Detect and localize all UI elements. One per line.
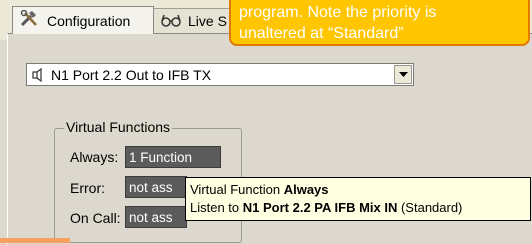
error-value: not ass: [129, 179, 173, 195]
on-call-field[interactable]: not ass: [125, 206, 187, 228]
port-select[interactable]: N1 Port 2.2 Out to IFB TX: [26, 63, 414, 86]
tutorial-callout: program. Note the priority is unaltered …: [229, 0, 530, 46]
on-call-label: On Call:: [70, 210, 121, 226]
tooltip-line-1-prefix: Virtual Function: [190, 182, 284, 197]
tab-configuration[interactable]: Configuration: [12, 6, 154, 34]
callout-fragment: [0, 238, 70, 243]
callout-line-1: program. Note the priority is: [239, 4, 437, 21]
virtual-function-tooltip: Virtual Function Always Listen to N1 Por…: [185, 177, 531, 221]
virtual-functions-title: Virtual Functions: [64, 119, 173, 135]
error-field[interactable]: not ass: [125, 176, 187, 198]
always-field[interactable]: 1 Function: [125, 146, 221, 168]
tooltip-line-2: Listen to N1 Port 2.2 PA IFB Mix IN (Sta…: [190, 199, 526, 217]
glasses-icon: [160, 12, 184, 31]
always-value: 1 Function: [129, 149, 193, 165]
tooltip-priority: (Standard): [397, 200, 463, 215]
chevron-down-icon[interactable]: [394, 65, 412, 84]
tooltip-line-1: Virtual Function Always: [190, 181, 526, 199]
error-label: Error:: [70, 180, 105, 196]
tooltip-line-2-prefix: Listen to: [190, 200, 243, 215]
tab-live-label: Live S: [188, 13, 227, 29]
speaker-icon: [27, 67, 49, 82]
tooltip-port-name: N1 Port 2.2 PA IFB Mix IN: [242, 200, 398, 215]
on-call-value: not ass: [129, 209, 173, 225]
always-label: Always:: [70, 149, 119, 165]
tab-configuration-label: Configuration: [47, 12, 131, 29]
tools-icon: [19, 9, 43, 31]
callout-line-2: unaltered at “Standard”: [239, 25, 404, 42]
tooltip-function-name: Always: [283, 182, 329, 197]
port-select-value: N1 Port 2.2 Out to IFB TX: [51, 66, 212, 83]
